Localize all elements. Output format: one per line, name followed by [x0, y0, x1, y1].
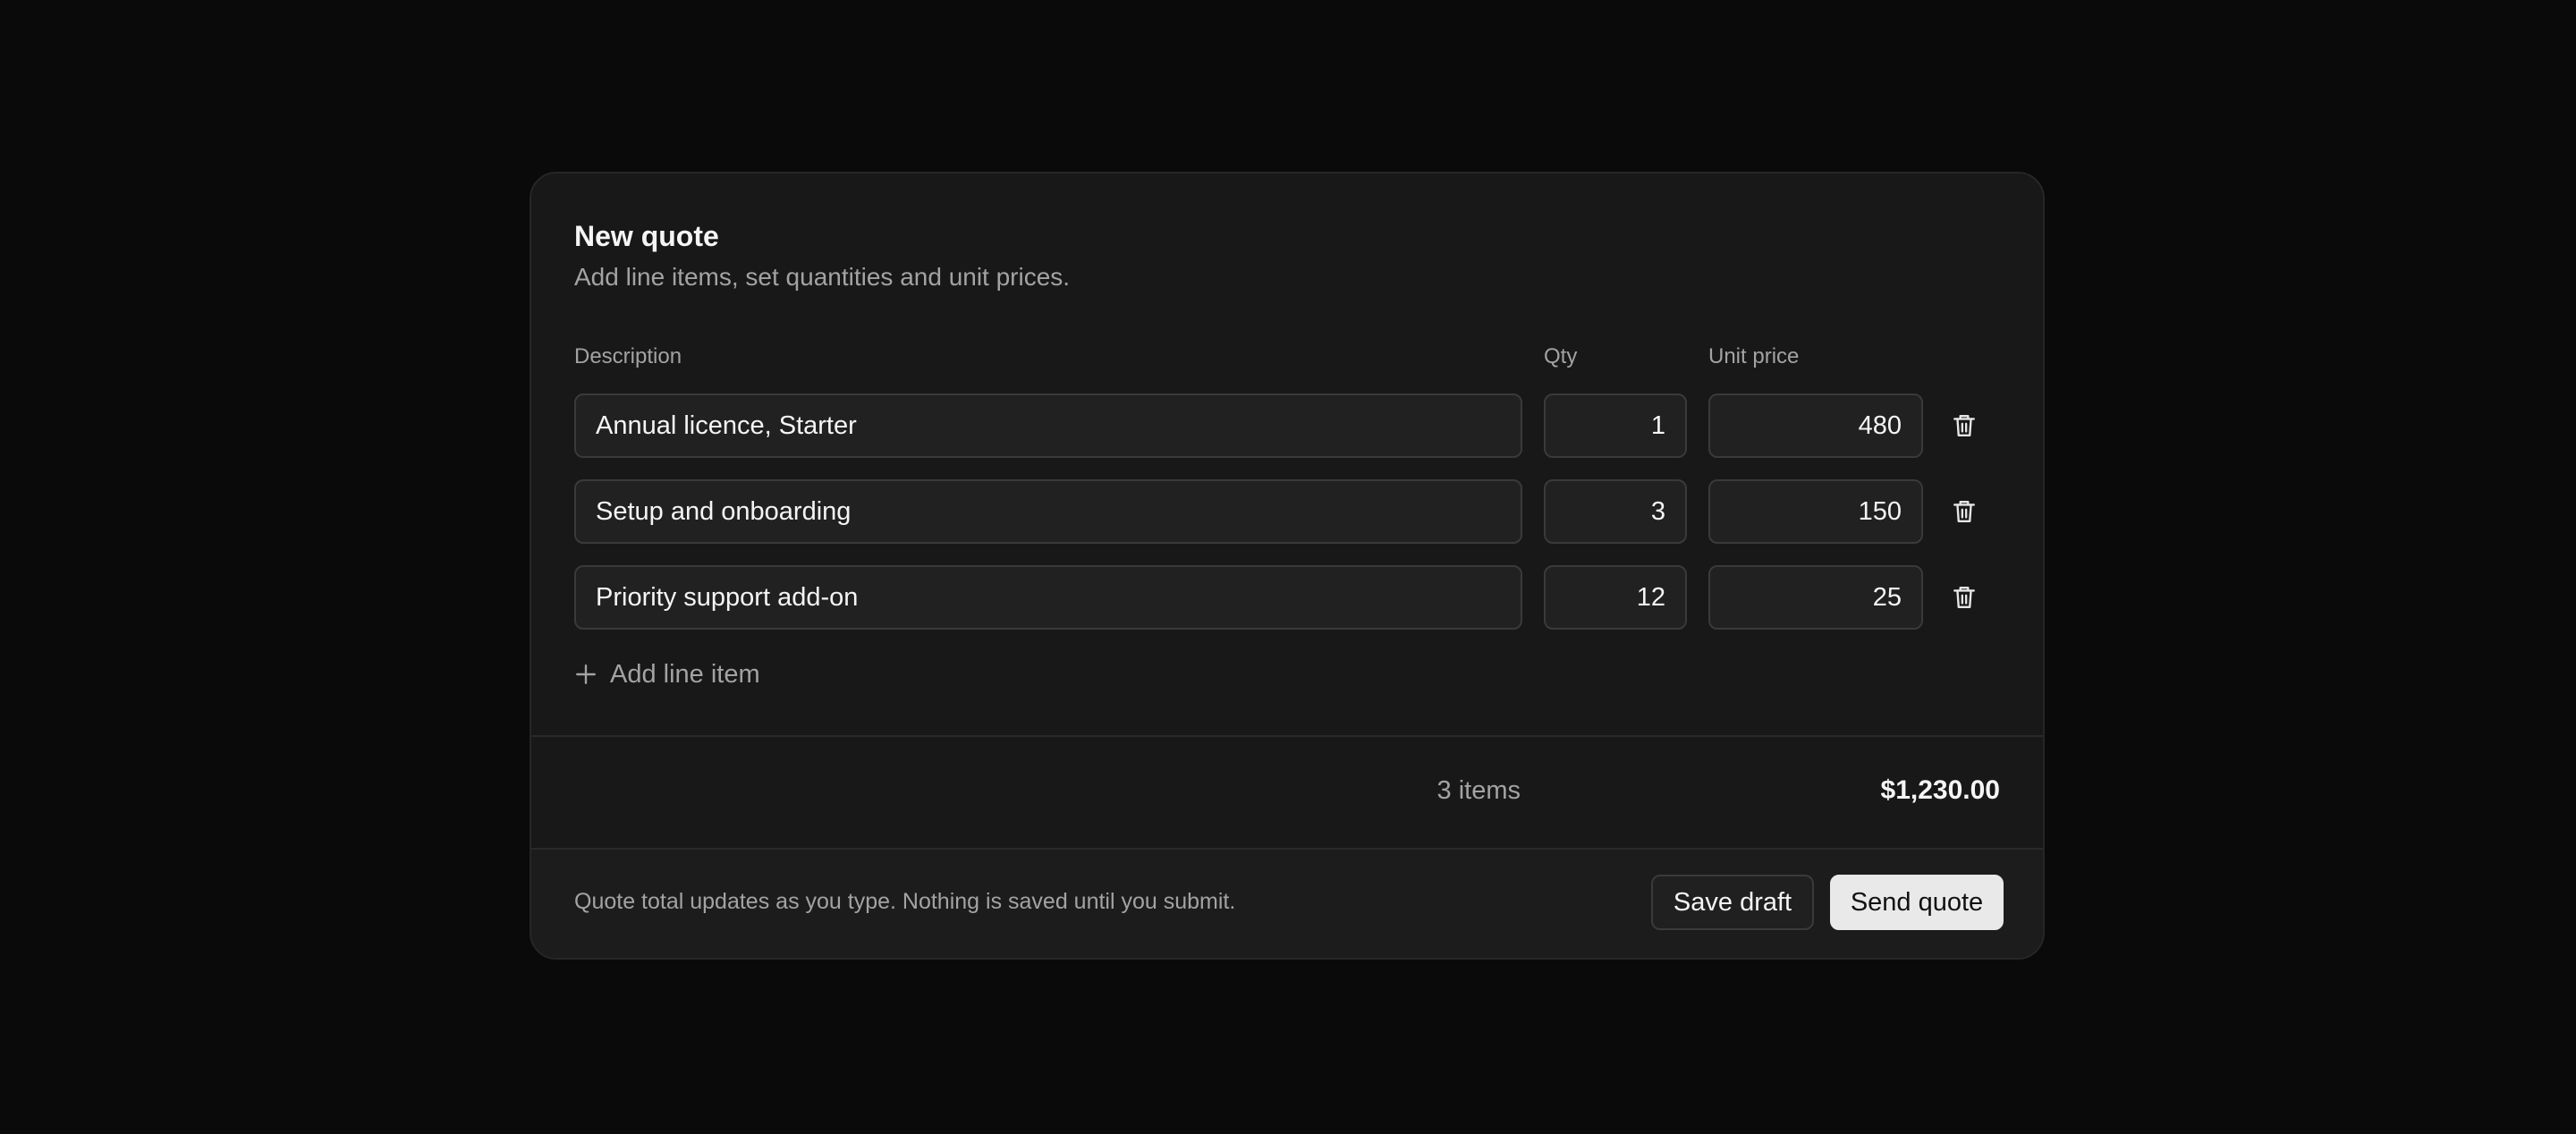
qty-input[interactable] [1544, 479, 1687, 544]
qty-input[interactable] [1544, 394, 1687, 458]
quote-footer: Quote total updates as you type. Nothing… [531, 848, 2043, 958]
unit-price-input[interactable] [1708, 565, 1923, 630]
line-item-row [574, 394, 2005, 458]
delete-line-item-button[interactable] [1946, 408, 1982, 444]
footer-note: Quote total updates as you type. Nothing… [574, 889, 1236, 914]
delete-line-item-button[interactable] [1946, 580, 1982, 615]
unit-price-input[interactable] [1708, 394, 1923, 458]
send-quote-button[interactable]: Send quote [1830, 875, 2004, 930]
quote-subtitle: Add line items, set quantities and unit … [574, 263, 1071, 291]
trash-icon [1953, 501, 1975, 522]
qty-input[interactable] [1544, 565, 1687, 630]
description-input[interactable] [574, 394, 1522, 458]
description-input[interactable] [574, 479, 1522, 544]
trash-icon [1953, 415, 1975, 436]
trash-icon [1953, 587, 1975, 608]
plus-icon [576, 664, 596, 684]
column-header-qty: Qty [1544, 344, 1578, 368]
quote-card: New quote Add line items, set quantities… [530, 172, 2045, 960]
line-item-row [574, 565, 2005, 630]
divider [531, 735, 2043, 737]
quote-header: New quote Add line items, set quantities… [574, 218, 2000, 293]
column-header-unit-price: Unit price [1708, 344, 1800, 368]
column-header-description: Description [574, 344, 682, 368]
line-item-row [574, 479, 2005, 544]
description-input[interactable] [574, 565, 1522, 630]
quote-total: $1,230.00 [1880, 775, 2000, 805]
item-count: 3 items [1436, 776, 1521, 805]
add-line-item-label: Add line item [610, 659, 760, 689]
divider [531, 848, 2043, 850]
unit-price-input[interactable] [1708, 479, 1923, 544]
save-draft-button[interactable]: Save draft [1651, 875, 1814, 930]
quote-title: New quote [574, 220, 719, 252]
delete-line-item-button[interactable] [1946, 494, 1982, 529]
add-line-item-button[interactable]: Add line item [574, 656, 760, 692]
